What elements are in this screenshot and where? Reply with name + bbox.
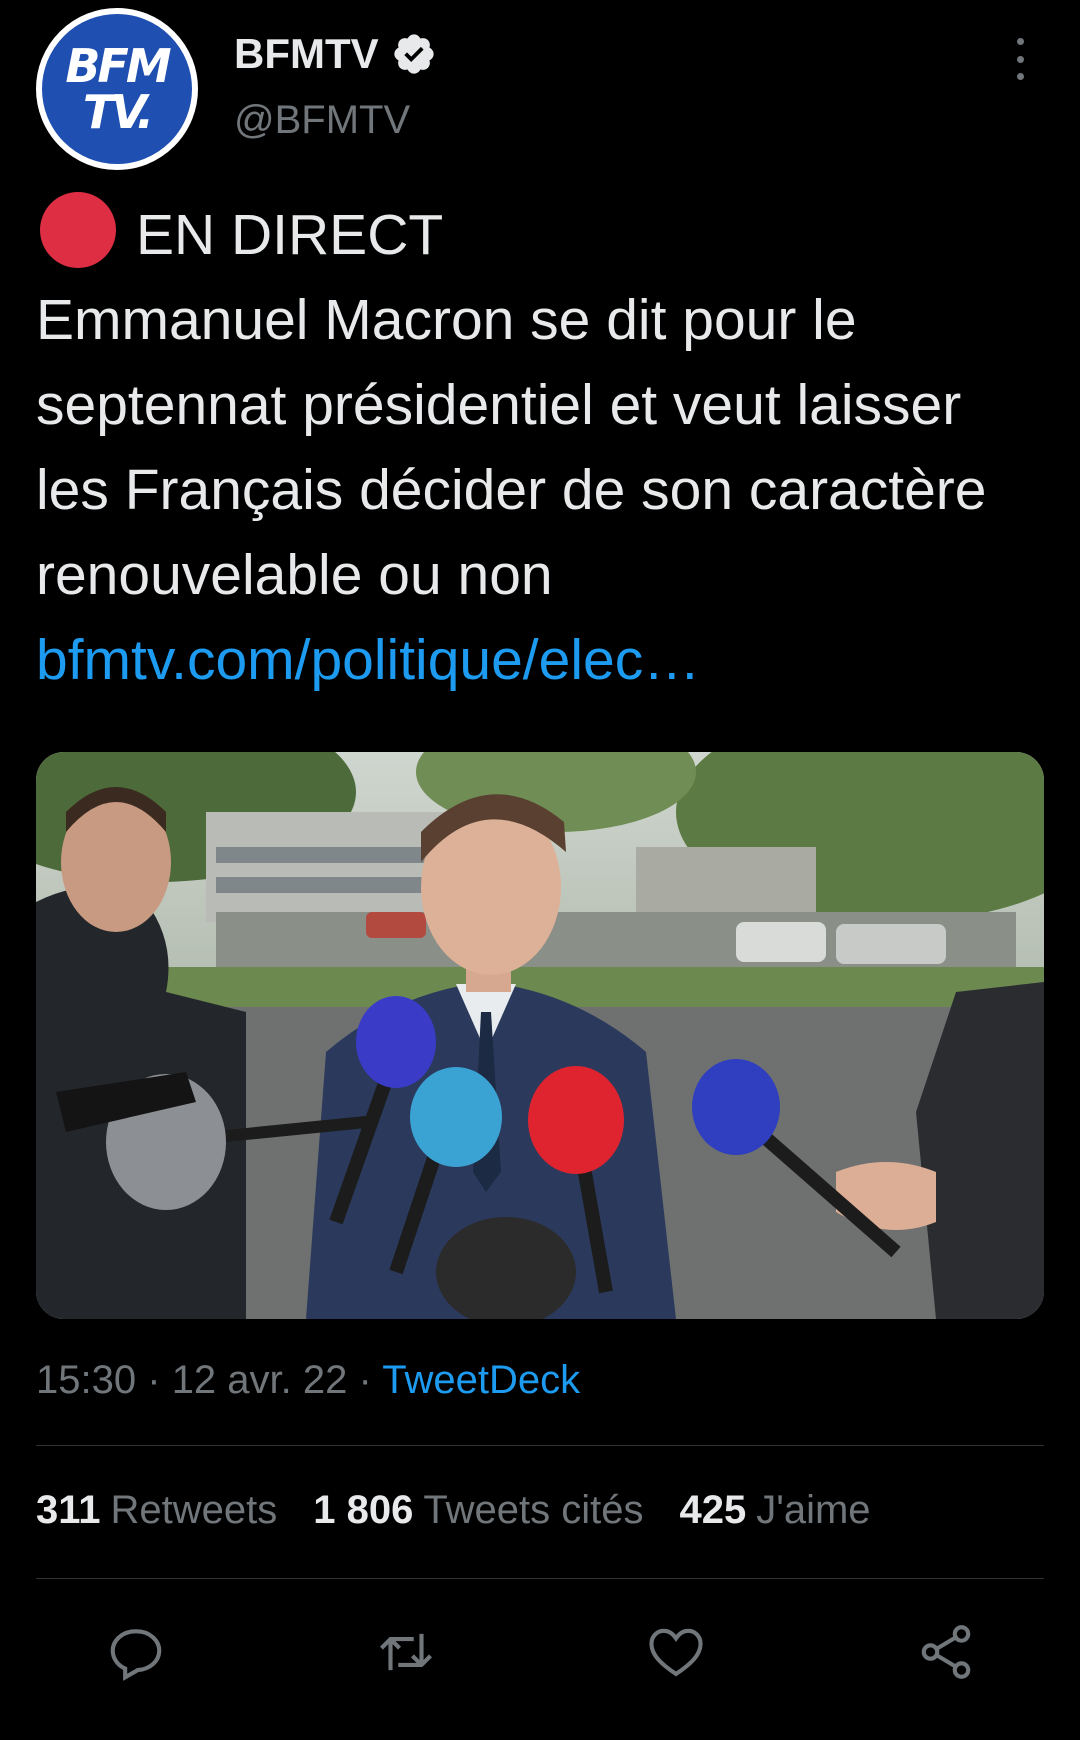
verified-badge-icon bbox=[394, 34, 434, 74]
reply-button[interactable] bbox=[96, 1612, 176, 1692]
tweet-source[interactable]: TweetDeck bbox=[382, 1358, 580, 1402]
live-red-circle-icon bbox=[40, 192, 116, 268]
tweet-text: EN DIRECT Emmanuel Macron se dit pour le… bbox=[36, 192, 1046, 703]
tweet-stats: 311 Retweets 1 806 Tweets cités 425 J'aime bbox=[36, 1488, 871, 1533]
divider bbox=[36, 1578, 1044, 1579]
likes-label: J'aime bbox=[756, 1488, 871, 1532]
share-icon bbox=[921, 1625, 971, 1679]
tweet-body: Emmanuel Macron se dit pour le septennat… bbox=[36, 288, 987, 607]
more-vertical-icon[interactable] bbox=[1000, 34, 1040, 84]
meta-separator: · bbox=[147, 1358, 161, 1402]
avatar-logo-line1: BFM bbox=[65, 39, 171, 93]
retweets-label: Retweets bbox=[110, 1488, 278, 1532]
retweets-stat[interactable]: 311 Retweets bbox=[36, 1488, 277, 1533]
live-label: EN DIRECT bbox=[136, 203, 444, 267]
like-button[interactable] bbox=[636, 1612, 716, 1692]
tweet-link[interactable]: bfmtv.com/politique/elec… bbox=[36, 628, 700, 692]
tweet-date[interactable]: 12 avr. 22 bbox=[172, 1358, 348, 1402]
avatar-logo-line2: TV. bbox=[82, 85, 154, 139]
likes-count: 425 bbox=[679, 1488, 747, 1532]
avatar[interactable]: BFM TV. bbox=[36, 8, 198, 170]
heart-icon bbox=[649, 1628, 703, 1677]
author-display-name[interactable]: BFMTV bbox=[234, 30, 379, 78]
author-name-row: BFMTV bbox=[234, 30, 437, 78]
tweet-header: BFM TV. BFMTV @BFMTV bbox=[0, 0, 1080, 180]
retweet-icon bbox=[379, 1633, 433, 1671]
tweet-time[interactable]: 15:30 bbox=[36, 1358, 136, 1402]
reply-icon bbox=[110, 1629, 162, 1681]
author-handle[interactable]: @BFMTV bbox=[234, 98, 410, 143]
quotes-count: 1 806 bbox=[313, 1488, 414, 1532]
divider bbox=[36, 1445, 1044, 1446]
likes-stat[interactable]: 425 J'aime bbox=[679, 1488, 870, 1533]
retweets-count: 311 bbox=[36, 1488, 101, 1532]
quotes-label: Tweets cités bbox=[423, 1488, 644, 1532]
tweet-photo[interactable] bbox=[36, 752, 1044, 1319]
photo-macron-press-scene bbox=[36, 752, 1044, 1319]
retweet-button[interactable] bbox=[366, 1612, 446, 1692]
tweet-timestamp: 15:30 · 12 avr. 22 · TweetDeck bbox=[36, 1358, 580, 1403]
tweet-actions-bar bbox=[0, 1612, 1080, 1692]
share-button[interactable] bbox=[906, 1612, 986, 1692]
quotes-stat[interactable]: 1 806 Tweets cités bbox=[313, 1488, 643, 1533]
meta-separator: · bbox=[358, 1358, 372, 1402]
